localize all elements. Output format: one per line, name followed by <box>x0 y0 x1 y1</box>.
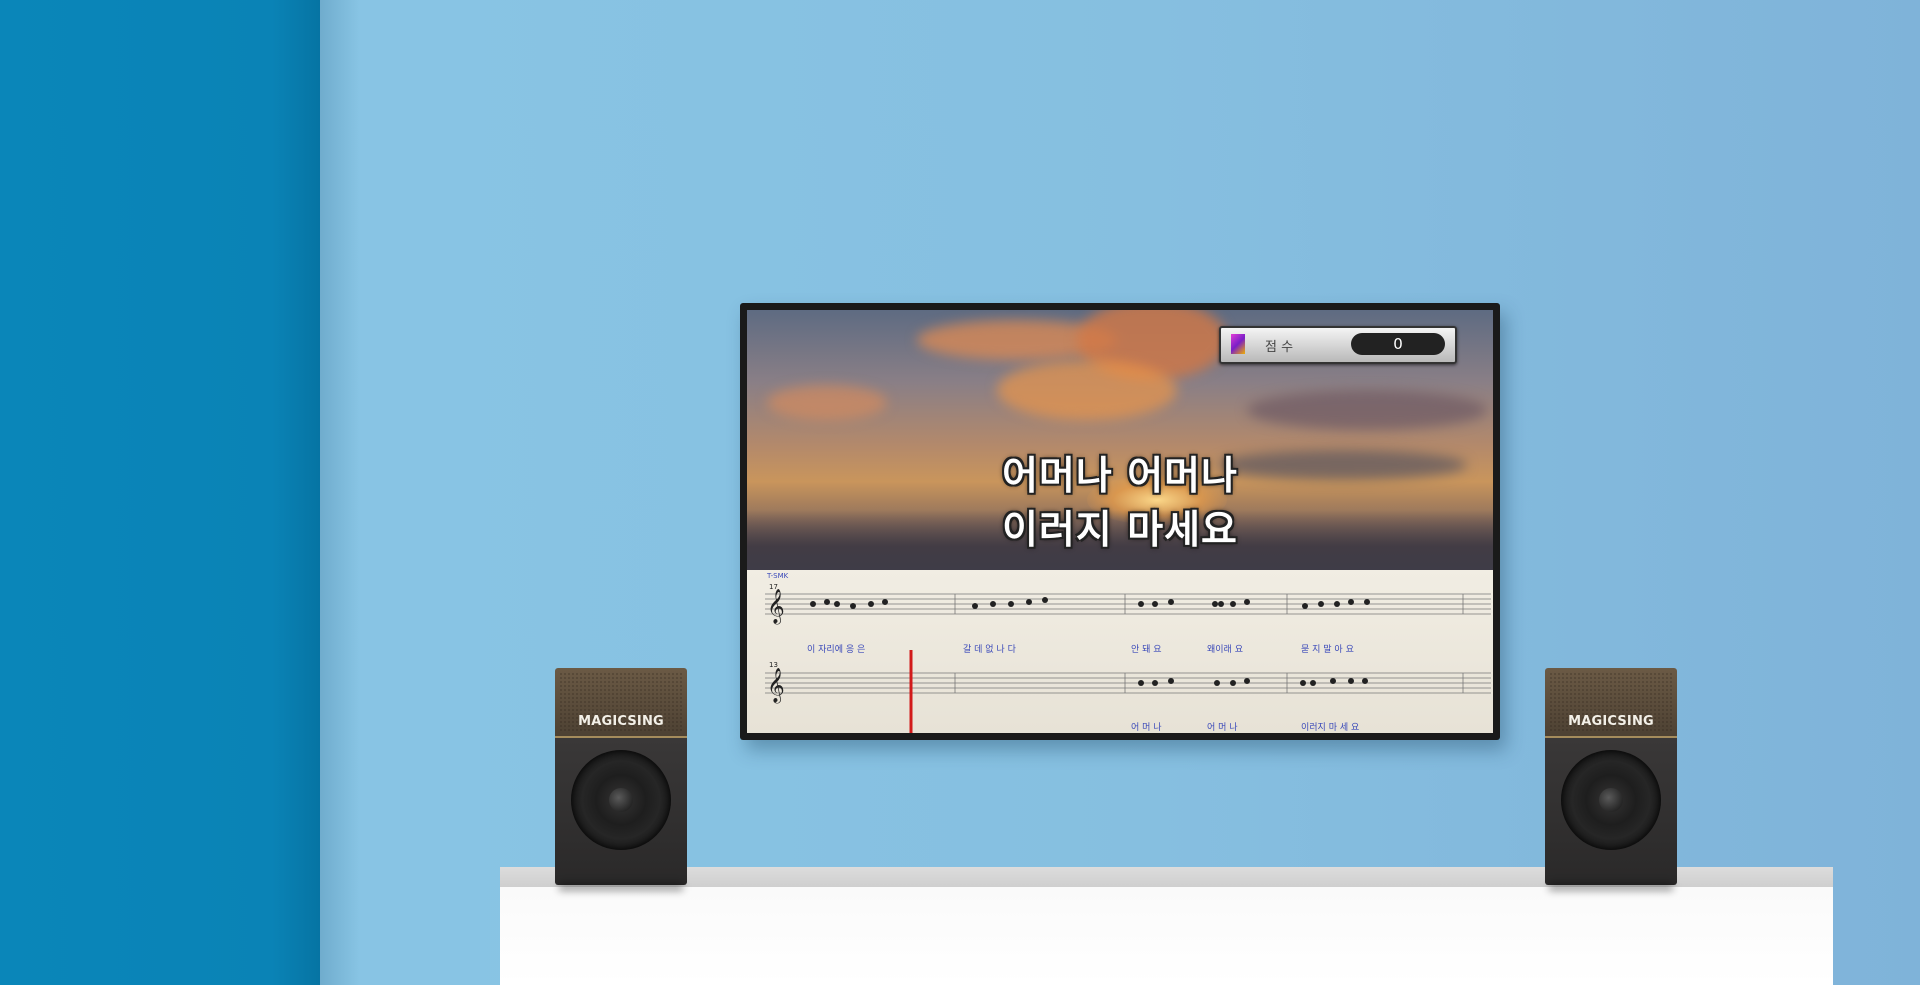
sheet-music: T-SMK 17 𝄞 이 자리에 응 은 갈 데 없 나 다 안 돼 요 왜이래… <box>747 570 1493 733</box>
karaoke-lyrics: 어머나 어머나 이러지 마세요 <box>747 450 1493 558</box>
lyric-line-2: 이러지 마세요 <box>1002 508 1238 553</box>
row1-lyric-2: 갈 데 없 나 다 <box>963 644 1017 655</box>
row2-lyric-1: 어 머 나 <box>1131 722 1162 733</box>
row1-lyric-5: 묻 지 말 아 요 <box>1301 643 1354 655</box>
woofer-icon <box>1561 750 1661 850</box>
television: 어머나 어머나 이러지 마세요 점 수 0 T-SMK 17 𝄞 이 자리에 응… <box>740 303 1500 740</box>
left-wall-panel <box>0 0 320 985</box>
row2-lyric-2: 어 머 나 <box>1207 722 1238 733</box>
score-value: 0 <box>1351 333 1445 355</box>
panel-shadow <box>320 0 360 985</box>
speaker-brand-label: MAGICSING <box>1568 714 1654 729</box>
score-display: 점 수 0 <box>1219 326 1457 364</box>
sunset-sky-image: 어머나 어머나 이러지 마세요 점 수 0 <box>747 310 1493 570</box>
sheet-top-label: T-SMK <box>766 572 789 580</box>
row1-lyric-1: 이 자리에 응 은 <box>807 644 865 655</box>
shelf-front <box>500 887 1833 985</box>
music-staff: T-SMK 17 𝄞 이 자리에 응 은 갈 데 없 나 다 안 돼 요 왜이래… <box>765 572 1491 733</box>
treble-clef-icon: 𝄞 <box>767 589 785 625</box>
score-color-icon <box>1231 334 1245 354</box>
lyric-line-1: 어머나 어머나 <box>1002 454 1238 499</box>
row1-lyric-4: 왜이래 요 <box>1207 644 1243 655</box>
woofer-icon <box>571 750 671 850</box>
svg-text:𝄞: 𝄞 <box>767 668 785 704</box>
tv-screen: 어머나 어머나 이러지 마세요 점 수 0 T-SMK 17 𝄞 이 자리에 응… <box>747 310 1493 733</box>
right-speaker: MAGICSING <box>1545 668 1677 891</box>
row1-lyric-3: 안 돼 요 <box>1131 644 1162 655</box>
speaker-brand-label: MAGICSING <box>578 714 664 729</box>
score-label: 점 수 <box>1265 340 1294 355</box>
left-speaker: MAGICSING <box>555 668 687 891</box>
wall-background: 어머나 어머나 이러지 마세요 점 수 0 T-SMK 17 𝄞 이 자리에 응… <box>0 0 1920 985</box>
row2-lyric-3: 이러지 마 세 요 <box>1301 722 1359 733</box>
